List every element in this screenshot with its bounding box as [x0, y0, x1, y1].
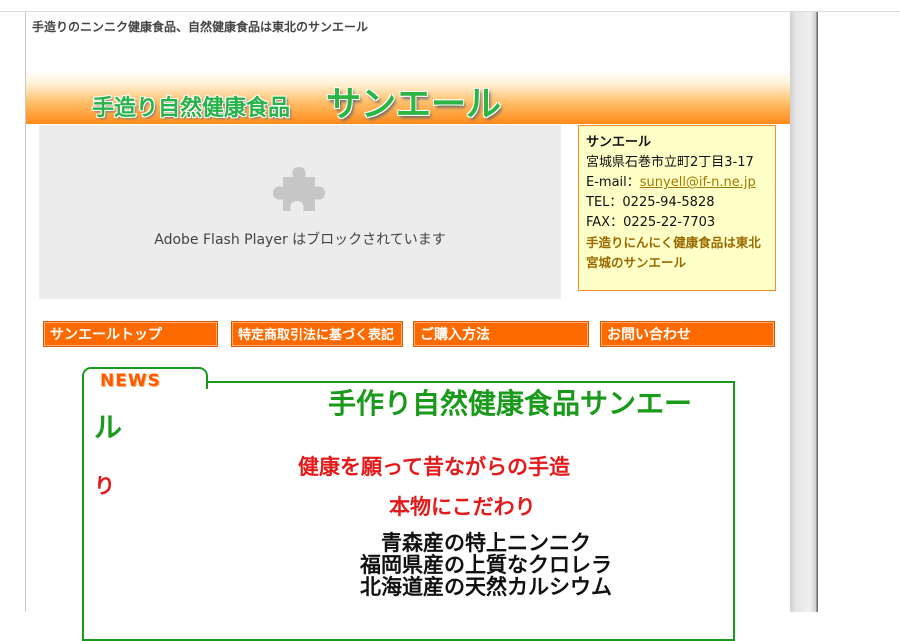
banner-subtitle: 手造り自然健康食品: [92, 96, 291, 121]
news-tab: NEWS: [82, 367, 208, 391]
site-tagline: 手造りのニンニク健康食品、自然健康食品は東北のサンエール: [32, 20, 369, 34]
news-headline-sub: 健康を願って昔ながらの手造: [298, 455, 570, 479]
banner-brand: サンエール: [326, 85, 502, 125]
contact-name: サンエール: [586, 135, 652, 150]
news-tab-label: NEWS: [100, 371, 161, 391]
news-headline-sub-wrap: り: [94, 474, 115, 498]
nav-button-top[interactable]: サンエールトップ: [43, 321, 218, 347]
contact-fax: FAX：0225-22-7703: [586, 215, 716, 230]
contact-email-link[interactable]: sunyell@if-n.ne.jp: [640, 175, 756, 190]
flash-blocked-message: Adobe Flash Player はブロックされています: [154, 232, 446, 248]
contact-email-row: E-mail：sunyell@if-n.ne.jp: [586, 173, 775, 193]
nav-button-how-to-buy[interactable]: ご購入方法: [413, 321, 589, 347]
contact-address: 宮城県石巻市立町2丁目3-17: [586, 155, 754, 170]
contact-email-label: E-mail：: [586, 175, 640, 190]
page-right-shadow: [790, 12, 818, 612]
nav-button-legal-notice[interactable]: 特定商取引法に基づく表記: [231, 321, 403, 347]
header-banner: 手造り自然健康食品 サンエール: [26, 70, 791, 125]
news-headline-quality: 本物にこだわり: [389, 495, 536, 519]
product-item-calcium: 北海道産の天然カルシウム: [360, 575, 612, 599]
flash-placeholder[interactable]: Adobe Flash Player はブロックされています: [39, 125, 561, 299]
news-headline-main-wrap: ル: [94, 411, 123, 444]
product-list: 青森産の特上ニンニク 福岡県産の上質なクロレラ 北海道産の天然カルシウム: [336, 532, 636, 598]
puzzle-piece-icon: [273, 167, 325, 211]
contact-tel: TEL：0225-94-5828: [586, 195, 715, 210]
product-item-garlic: 青森産の特上ニンニク: [381, 531, 591, 555]
contact-promo-line1: 手造りにんにく健康食品は東北: [586, 235, 761, 250]
contact-box: サンエール 宮城県石巻市立町2丁目3-17 E-mail：sunyell@if-…: [578, 125, 776, 291]
contact-promo-line2: 宮城のサンエール: [586, 255, 687, 270]
nav-button-contact[interactable]: お問い合わせ: [600, 321, 775, 347]
news-headline-main: 手作り自然健康食品サンエー: [328, 387, 693, 420]
page-container: 手造りのニンニク健康食品、自然健康食品は東北のサンエール 手造り自然健康食品 サ…: [25, 12, 791, 641]
product-item-chlorella: 福岡県産の上質なクロレラ: [360, 553, 612, 577]
